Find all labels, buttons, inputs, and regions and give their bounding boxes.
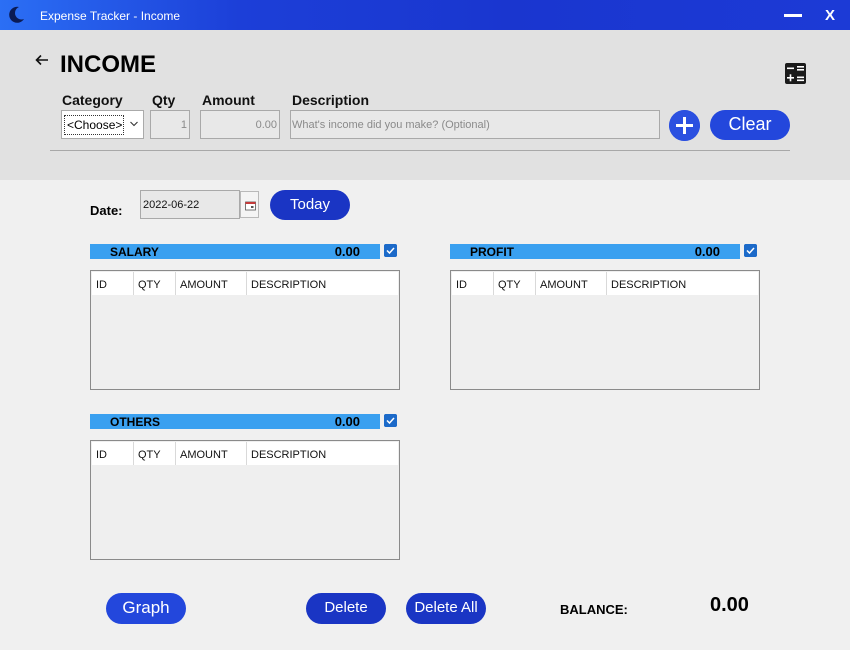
close-button[interactable]: X — [820, 6, 840, 26]
balance-value: 0.00 — [710, 594, 749, 616]
others-table[interactable]: ID QTY AMOUNT DESCRIPTION — [90, 440, 400, 560]
amount-input[interactable]: 0.00 — [200, 110, 280, 139]
column-header-amount[interactable]: AMOUNT — [536, 272, 607, 295]
table-header: ID QTY AMOUNT DESCRIPTION — [452, 272, 758, 295]
column-header-amount[interactable]: AMOUNT — [176, 272, 247, 295]
date-label: Date: — [90, 203, 123, 218]
today-button[interactable]: Today — [270, 190, 350, 220]
column-header-description[interactable]: DESCRIPTION — [247, 442, 398, 465]
qty-input[interactable]: 1 — [150, 110, 190, 139]
category-select[interactable]: <Choose> — [61, 110, 144, 139]
title-bar[interactable]: Expense Tracker - Income X — [0, 0, 850, 30]
column-header-qty[interactable]: QTY — [134, 272, 176, 295]
calculator-icon[interactable] — [785, 63, 806, 84]
clear-button[interactable]: Clear — [710, 110, 790, 140]
minimize-button[interactable] — [784, 14, 802, 17]
qty-label: Qty — [152, 92, 176, 108]
description-label: Description — [292, 92, 370, 108]
balance-label: BALANCE: — [560, 602, 628, 617]
column-header-description[interactable]: DESCRIPTION — [607, 272, 758, 295]
column-header-description[interactable]: DESCRIPTION — [247, 272, 398, 295]
table-header: ID QTY AMOUNT DESCRIPTION — [92, 272, 398, 295]
column-header-id[interactable]: ID — [452, 272, 494, 295]
checkbox-others[interactable] — [384, 414, 397, 427]
column-header-id[interactable]: ID — [92, 272, 134, 295]
category-select-value: <Choose> — [64, 115, 124, 135]
table-header: ID QTY AMOUNT DESCRIPTION — [92, 442, 398, 465]
description-input[interactable]: What's income did you make? (Optional) — [290, 110, 660, 139]
category-name-others: OTHERS — [110, 415, 161, 429]
category-bar-salary: SALARY 0.00 — [90, 244, 380, 259]
graph-button[interactable]: Graph — [106, 593, 186, 624]
delete-all-button[interactable]: Delete All — [406, 593, 486, 624]
category-bar-others: OTHERS 0.00 — [90, 414, 380, 429]
category-bar-profit: PROFIT 0.00 — [450, 244, 740, 259]
add-icon[interactable] — [669, 110, 700, 141]
moon-icon — [9, 6, 24, 23]
page-title: INCOME — [60, 51, 156, 78]
checkbox-profit[interactable] — [744, 244, 757, 257]
category-total-salary: 0.00 — [334, 244, 360, 259]
category-total-profit: 0.00 — [694, 244, 720, 259]
category-total-others: 0.00 — [334, 414, 360, 429]
category-label: Category — [62, 92, 123, 108]
column-header-qty[interactable]: QTY — [134, 442, 176, 465]
window-title: Expense Tracker - Income — [40, 9, 181, 23]
checkbox-salary[interactable] — [384, 244, 397, 257]
arrow-left-icon[interactable] — [34, 52, 50, 68]
calendar-icon — [245, 201, 256, 211]
column-header-amount[interactable]: AMOUNT — [176, 442, 247, 465]
amount-label: Amount — [202, 92, 255, 108]
profit-table[interactable]: ID QTY AMOUNT DESCRIPTION — [450, 270, 760, 390]
salary-table[interactable]: ID QTY AMOUNT DESCRIPTION — [90, 270, 400, 390]
calendar-button[interactable] — [240, 191, 259, 218]
header-divider — [50, 150, 790, 151]
column-header-id[interactable]: ID — [92, 442, 134, 465]
chevron-down-icon — [130, 121, 138, 127]
delete-button[interactable]: Delete — [306, 593, 386, 624]
category-name-salary: SALARY — [110, 245, 159, 259]
column-header-qty[interactable]: QTY — [494, 272, 536, 295]
category-name-profit: PROFIT — [470, 245, 514, 259]
date-input[interactable]: 2022-06-22 — [140, 190, 240, 219]
